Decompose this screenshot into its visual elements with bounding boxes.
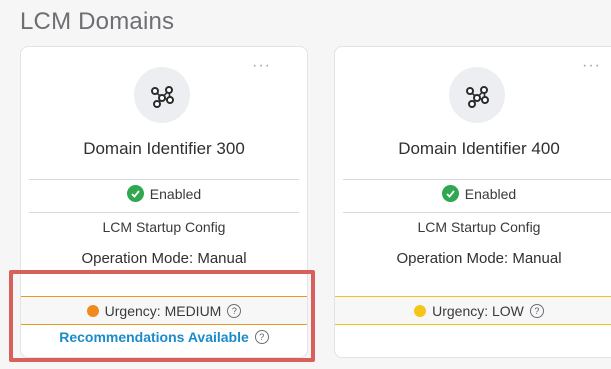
divider <box>343 179 611 180</box>
urgency-text: Urgency: MEDIUM <box>104 302 222 319</box>
urgency-text: Urgency: LOW <box>432 302 524 319</box>
status-text: Enabled <box>464 185 517 202</box>
urgency-row: Urgency: LOW ? <box>335 296 611 325</box>
operation-mode: Operation Mode: Manual <box>396 250 562 267</box>
urgency-dot-icon <box>86 304 99 317</box>
operation-mode: Operation Mode: Manual <box>81 250 247 267</box>
urgency-row: Urgency: MEDIUM ? <box>21 296 307 325</box>
status-row: Enabled <box>21 185 307 202</box>
recommendations-link[interactable]: Recommendations Available ? <box>21 329 307 345</box>
domain-name: Domain Identifier 300 <box>83 139 245 158</box>
check-icon <box>126 185 144 202</box>
domain-card-400[interactable]: ··· Domain Identifier 400 Enabled LCM St… <box>334 46 611 358</box>
status-text: Enabled <box>149 185 202 202</box>
divider <box>29 212 299 213</box>
status-row: Enabled <box>335 185 611 202</box>
divider <box>343 212 611 213</box>
domain-network-icon <box>134 67 190 123</box>
domain-name: Domain Identifier 400 <box>398 139 560 158</box>
help-icon[interactable]: ? <box>529 303 544 318</box>
divider <box>29 179 299 180</box>
config-text: LCM Startup Config <box>417 219 541 235</box>
page-title: LCM Domains <box>20 8 175 35</box>
help-icon[interactable]: ? <box>227 303 242 318</box>
config-text: LCM Startup Config <box>102 219 226 235</box>
check-icon <box>441 185 459 202</box>
urgency-dot-icon <box>414 304 427 317</box>
domain-card-300[interactable]: ··· Domain Identifier 300 Enabled LCM St… <box>20 46 308 358</box>
more-options-button[interactable]: ··· <box>582 58 601 74</box>
recommendations-text[interactable]: Recommendations Available <box>59 329 249 345</box>
domain-network-icon <box>449 67 505 123</box>
help-icon[interactable]: ? <box>254 330 269 344</box>
more-options-button[interactable]: ··· <box>252 58 271 74</box>
